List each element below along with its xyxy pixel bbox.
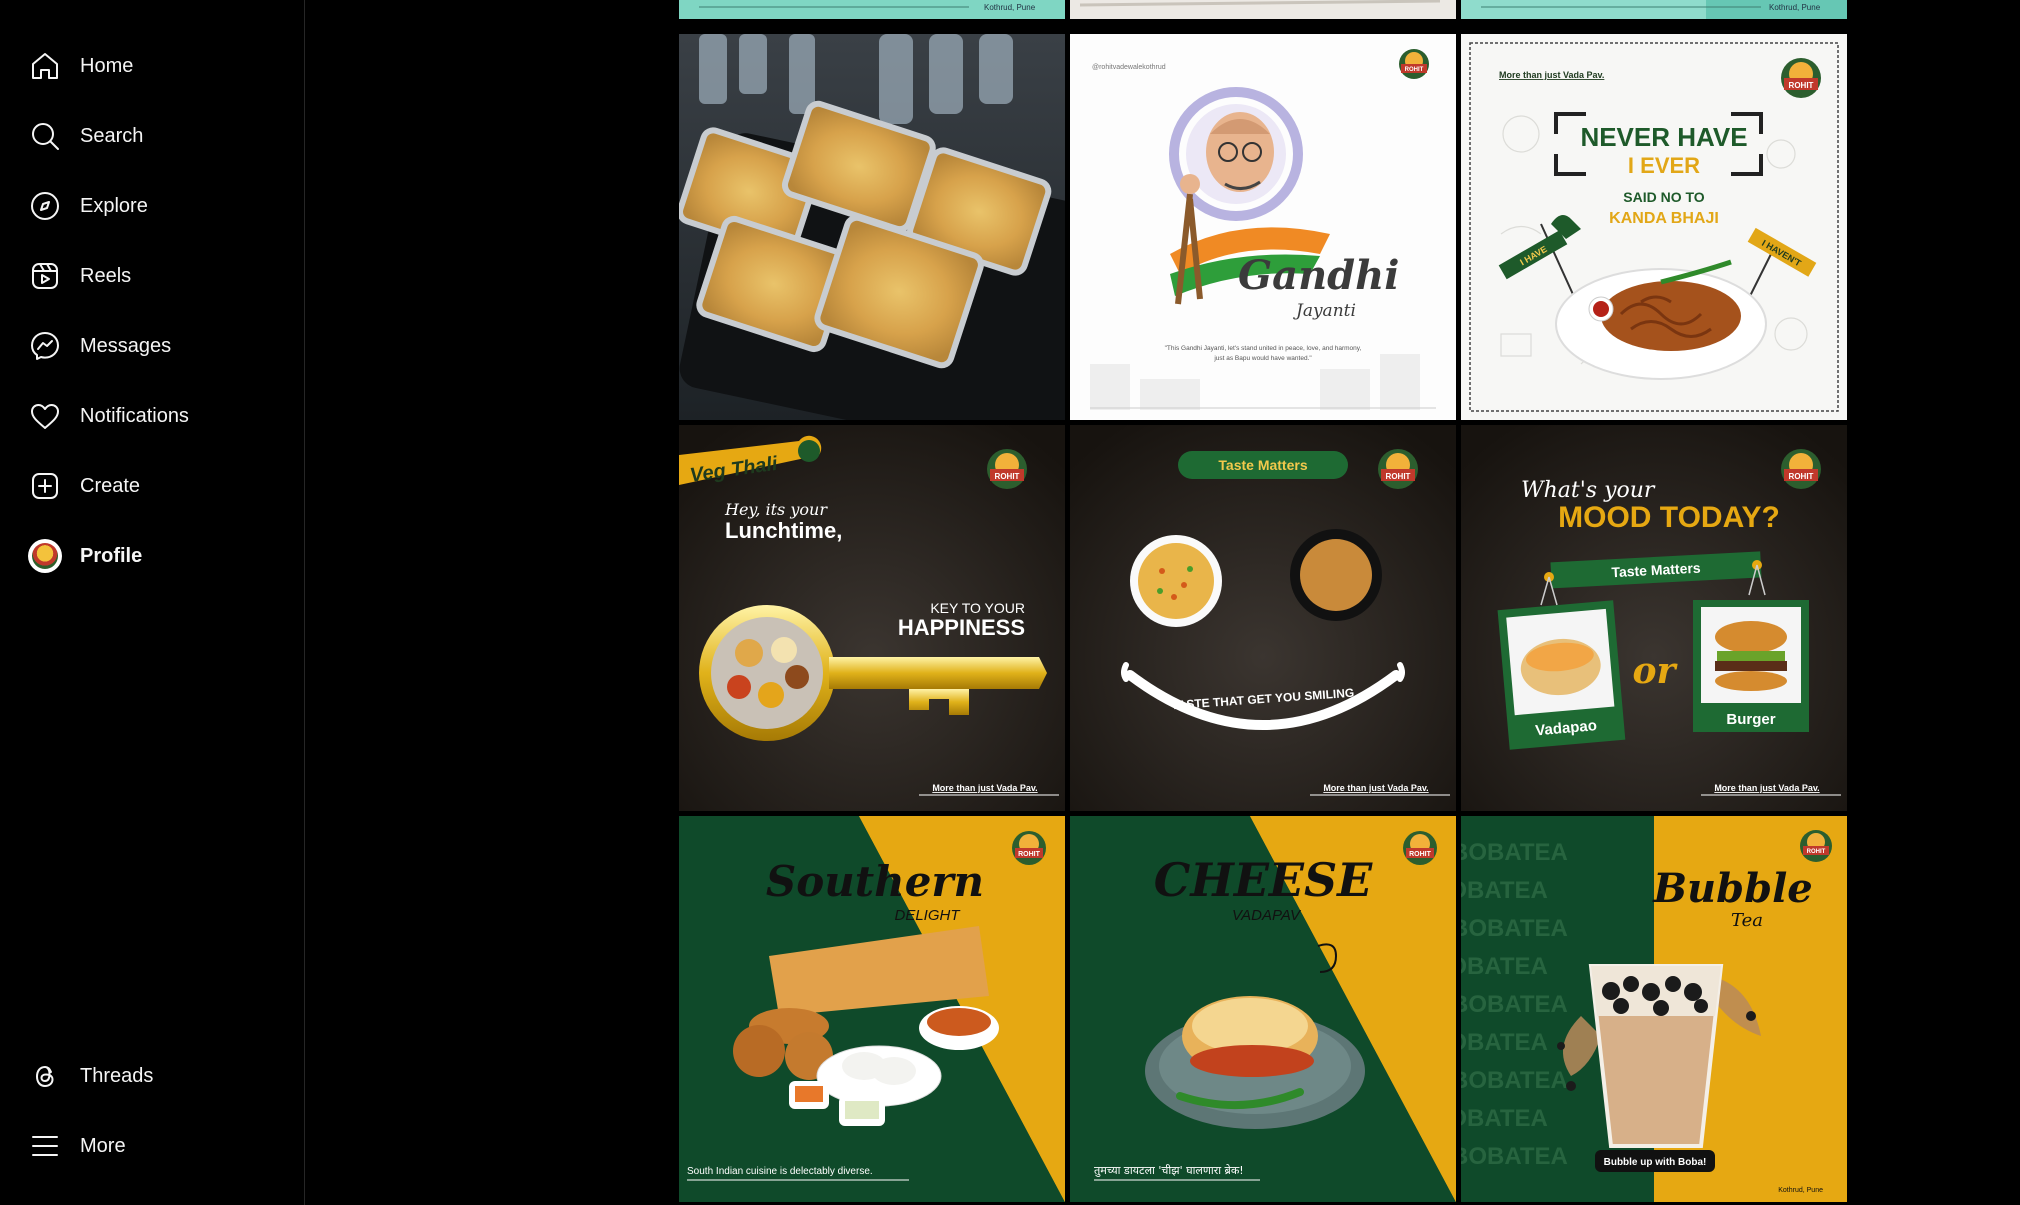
svg-text:More than just Vada Pav.: More than just Vada Pav. [1499, 70, 1604, 80]
svg-text:South Indian cuisine is delect: South Indian cuisine is delectably diver… [687, 1166, 873, 1177]
sidebar-item-label: Threads [80, 1064, 154, 1087]
sidebar-item-label: More [80, 1134, 126, 1157]
svg-text:BOBATEA: BOBATEA [1461, 915, 1568, 942]
search-icon [28, 119, 62, 153]
svg-text:HAPPINESS: HAPPINESS [898, 615, 1025, 640]
post-tile-southern-delight[interactable]: ROHIT Southern DELIGHT South Indian cuis… [679, 816, 1065, 1202]
svg-text:ROHIT: ROHIT [1018, 851, 1041, 858]
svg-text:Southern: Southern [766, 857, 984, 906]
sidebar-item-label: Home [80, 54, 134, 77]
avatar [28, 539, 62, 573]
svg-text:More than just Vada Pav.: More than just Vada Pav. [932, 783, 1037, 793]
post-tile-kanda-bhaji[interactable]: More than just Vada Pav. ROHIT NEVER HAV… [1461, 34, 1847, 420]
sidebar-item-messages[interactable]: Messages [28, 322, 171, 370]
post-tile[interactable]: Kothrud, Pune [1461, 0, 1847, 19]
post-tile-taste-matters[interactable]: Taste Matters ROHIT TASTE THAT GET YOU S… [1070, 425, 1456, 811]
svg-text:SAID NO TO: SAID NO TO [1623, 189, 1705, 205]
sidebar-item-label: Messages [80, 334, 172, 357]
svg-text:Bubble up with Boba!: Bubble up with Boba! [1604, 1157, 1707, 1168]
svg-text:VADAPAV: VADAPAV [1232, 907, 1302, 924]
svg-text:KANDA BHAJI: KANDA BHAJI [1609, 210, 1719, 227]
svg-text:"This Gandhi Jayanti, let's st: "This Gandhi Jayanti, let's stand united… [1165, 345, 1362, 352]
sidebar-item-label: Reels [80, 264, 132, 287]
svg-text:Kothrud, Pune: Kothrud, Pune [1769, 3, 1821, 12]
post-tile[interactable] [1070, 0, 1456, 19]
menu-icon [28, 1129, 62, 1163]
post-tile-bubble-tea[interactable]: BOBATEA BOBATEA BOBATEA BOBATEA BOBATEA … [1461, 816, 1847, 1202]
sidebar-item-more[interactable]: More [28, 1122, 126, 1170]
post-tile-food-trays[interactable] [679, 34, 1065, 420]
reels-icon [28, 259, 62, 293]
sidebar-item-label: Profile [80, 544, 143, 567]
svg-text:ROHIT: ROHIT [1789, 472, 1814, 481]
svg-text:BOBATEA: BOBATEA [1461, 953, 1548, 980]
svg-text:Tea: Tea [1731, 910, 1763, 931]
svg-text:What's your: What's your [1521, 478, 1656, 503]
sidebar-item-profile[interactable]: Profile [28, 532, 142, 580]
heart-icon [28, 399, 62, 433]
svg-text:KEY TO YOUR: KEY TO YOUR [930, 600, 1025, 616]
sidebar-item-label: Notifications [80, 404, 189, 427]
post-tile[interactable]: Kothrud, Pune [679, 0, 1065, 19]
svg-text:BOBATEA: BOBATEA [1461, 877, 1548, 904]
svg-text:Hey, its your: Hey, its your [724, 500, 828, 519]
post-tile-gandhi-jayanti[interactable]: @rohitvadewalekothrud ROHIT Gandhi Jayan… [1070, 34, 1456, 420]
svg-text:BOBATEA: BOBATEA [1461, 991, 1568, 1018]
svg-text:BOBATEA: BOBATEA [1461, 1143, 1568, 1170]
svg-text:ROHIT: ROHIT [1405, 67, 1424, 73]
sidebar: Home Search Explore Reels Messages Notif… [0, 0, 305, 1205]
svg-text:तुमच्या डायटला 'चीझ' घालणारा ब: तुमच्या डायटला 'चीझ' घालणारा ब्रेक! [1094, 1164, 1244, 1177]
svg-text:just as Bapu would have wanted: just as Bapu would have wanted." [1213, 355, 1312, 362]
svg-text:BOBATEA: BOBATEA [1461, 839, 1568, 866]
svg-text:Kothrud, Pune: Kothrud, Pune [1778, 1187, 1823, 1194]
svg-text:@rohitvadewalekothrud: @rohitvadewalekothrud [1092, 64, 1166, 71]
sidebar-item-reels[interactable]: Reels [28, 252, 131, 300]
svg-text:Bubble: Bubble [1652, 865, 1812, 912]
sidebar-item-notifications[interactable]: Notifications [28, 392, 189, 440]
threads-icon [28, 1059, 62, 1093]
post-tile-mood-today[interactable]: ROHIT What's your MOOD TODAY? Taste Matt… [1461, 425, 1847, 811]
svg-text:More than just Vada Pav.: More than just Vada Pav. [1323, 783, 1428, 793]
sidebar-item-label: Create [80, 474, 141, 497]
sidebar-item-threads[interactable]: Threads [28, 1052, 153, 1100]
svg-text:Kothrud, Pune: Kothrud, Pune [984, 3, 1036, 12]
svg-text:ROHIT: ROHIT [1409, 851, 1432, 858]
compass-icon [28, 189, 62, 223]
svg-text:CHEESE: CHEESE [1154, 853, 1373, 907]
sidebar-item-label: Explore [80, 194, 148, 217]
svg-text:NEVER HAVE: NEVER HAVE [1580, 122, 1747, 152]
svg-text:ROHIT: ROHIT [1807, 849, 1826, 855]
svg-text:BOBATEA: BOBATEA [1461, 1105, 1548, 1132]
svg-text:Jayanti: Jayanti [1293, 301, 1356, 321]
svg-text:Lunchtime,: Lunchtime, [725, 518, 842, 543]
sidebar-item-search[interactable]: Search [28, 112, 143, 160]
home-icon [28, 49, 62, 83]
plus-square-icon [28, 469, 62, 503]
messenger-icon [28, 329, 62, 363]
svg-text:Gandhi: Gandhi [1238, 252, 1399, 299]
svg-text:BOBATEA: BOBATEA [1461, 1029, 1548, 1056]
svg-text:or: or [1633, 650, 1679, 692]
svg-text:ROHIT: ROHIT [1789, 81, 1814, 90]
sidebar-item-label: Search [80, 124, 144, 147]
sidebar-item-create[interactable]: Create [28, 462, 140, 510]
sidebar-item-home[interactable]: Home [28, 42, 133, 90]
svg-text:More than just Vada Pav.: More than just Vada Pav. [1714, 783, 1819, 793]
post-tile-veg-thali[interactable]: Veg Thali ROHIT Hey, its your Lunchtime,… [679, 425, 1065, 811]
sidebar-item-explore[interactable]: Explore [28, 182, 148, 230]
post-tile-cheese-vadapav[interactable]: ROHIT CHEESE VADAPAV तुमच्या डायटला 'चीझ… [1070, 816, 1456, 1202]
svg-text:Burger: Burger [1726, 711, 1775, 728]
svg-text:I EVER: I EVER [1628, 153, 1700, 178]
svg-text:Taste Matters: Taste Matters [1218, 457, 1307, 473]
svg-text:BOBATEA: BOBATEA [1461, 1067, 1568, 1094]
svg-text:ROHIT: ROHIT [1386, 472, 1411, 481]
svg-text:MOOD TODAY?: MOOD TODAY? [1558, 501, 1780, 534]
svg-text:DELIGHT: DELIGHT [894, 907, 961, 924]
svg-text:ROHIT: ROHIT [995, 472, 1020, 481]
